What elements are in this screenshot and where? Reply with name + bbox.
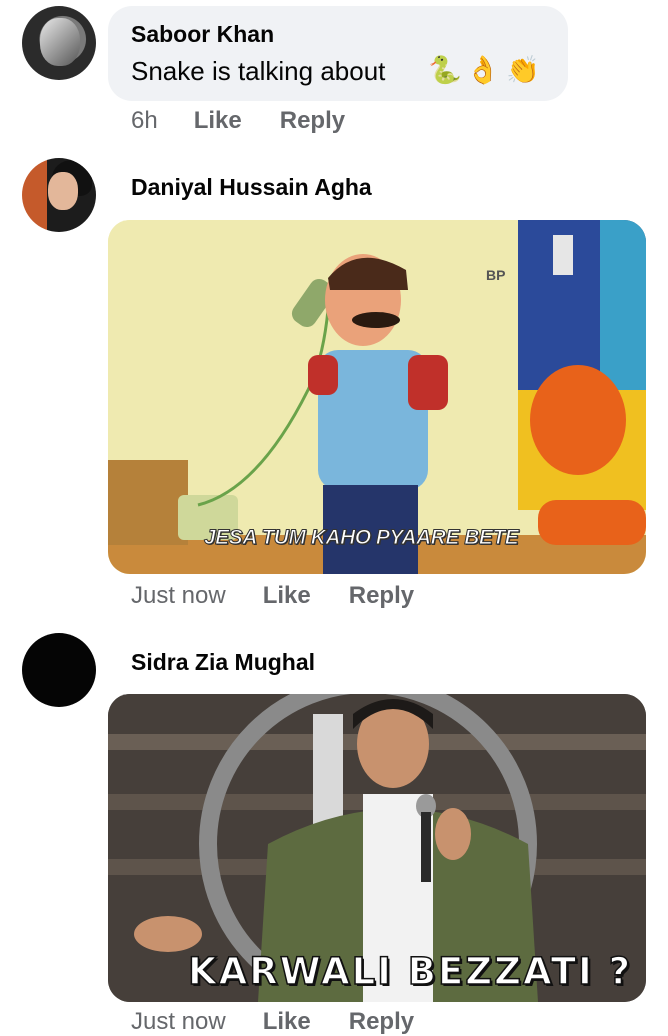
reply-button[interactable]: Reply: [349, 1008, 414, 1036]
comment-media-gif[interactable]: KARWALI BEZZATI ?: [108, 694, 646, 1002]
comment-text: Snake is talking about: [131, 56, 386, 86]
snake-emoji: 🐍: [428, 55, 462, 85]
comment-actions: Just now Like Reply: [131, 582, 414, 610]
comment-time[interactable]: Just now: [131, 582, 226, 610]
comment-author[interactable]: Saboor Khan: [131, 21, 274, 48]
avatar[interactable]: [22, 633, 96, 707]
reply-button[interactable]: Reply: [280, 107, 345, 135]
clapping-hands-emoji: 👏: [506, 55, 540, 85]
svg-text:BP: BP: [486, 267, 505, 283]
media-caption: JESA TUM KAHO PYAARE BETE: [203, 526, 519, 550]
avatar[interactable]: [22, 158, 96, 232]
media-caption: KARWALI BEZZATI ?: [187, 949, 633, 994]
like-button[interactable]: Like: [263, 1008, 311, 1036]
avatar[interactable]: [22, 6, 96, 80]
comment-author[interactable]: Daniyal Hussain Agha: [131, 174, 372, 201]
comment-bubble: Saboor Khan Snake is talking about 🐍 👌 👏: [108, 6, 568, 101]
comment-time[interactable]: Just now: [131, 1008, 226, 1036]
comment-media-gif[interactable]: BP JESA TUM KAHO PYAARE BETE: [108, 220, 646, 574]
comment-actions: 6h Like Reply: [131, 107, 345, 135]
like-button[interactable]: Like: [194, 107, 242, 135]
comment-actions: Just now Like Reply: [131, 1008, 414, 1036]
reply-button[interactable]: Reply: [349, 582, 414, 610]
cartoon-image: BP: [108, 220, 646, 574]
comment-time[interactable]: 6h: [131, 107, 158, 135]
comment-author[interactable]: Sidra Zia Mughal: [131, 649, 315, 676]
like-button[interactable]: Like: [263, 582, 311, 610]
ok-hand-emoji: 👌: [466, 55, 500, 85]
